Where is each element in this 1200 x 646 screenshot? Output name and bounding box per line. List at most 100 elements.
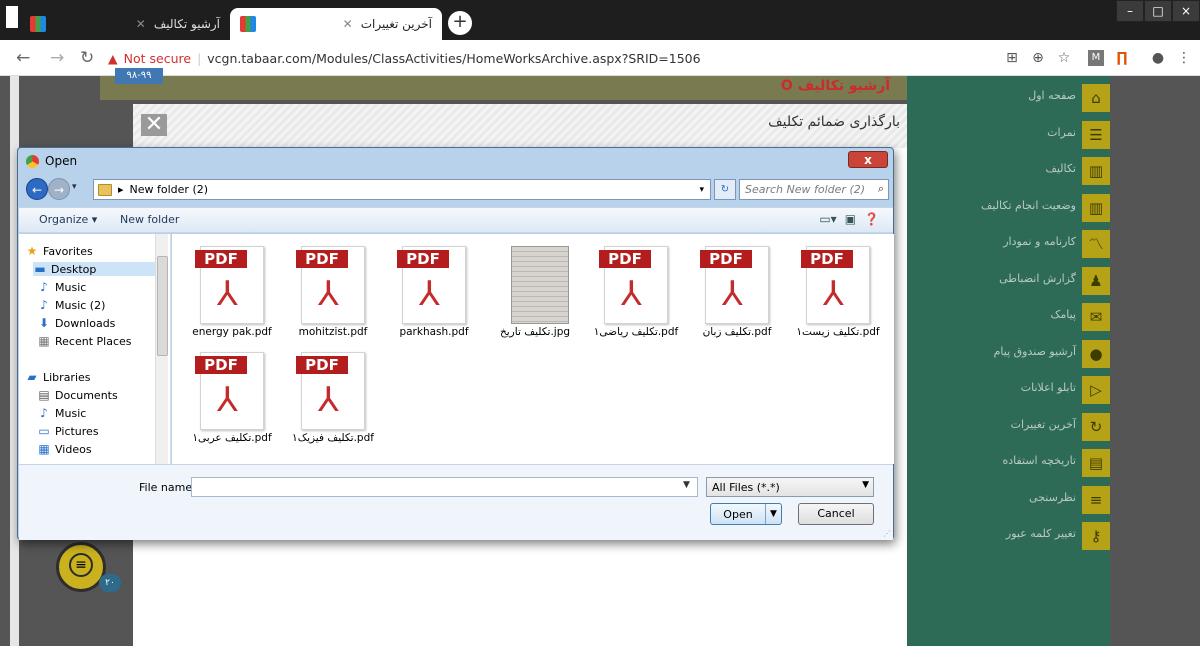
translate-icon[interactable]: ⊞ [1004, 50, 1020, 66]
star-icon[interactable]: ☆ [1056, 50, 1072, 66]
archive-icon: ▤ [1082, 449, 1110, 477]
sidebar-item-label: کارنامه و نمودار [1003, 235, 1076, 248]
modal-title: بارگذاری ضمائم تکلیف [768, 114, 900, 130]
file-item[interactable]: PDF ⅄ تکلیف ریاضی۱.pdf [586, 236, 686, 346]
sidebar: صفحه اول ⌂ نمرات ☰ تکالیف ▥ وضعیت انجام تکالیف… [907, 76, 1110, 646]
change-view-icon[interactable]: ▭▾ [819, 212, 836, 226]
back-arrow-icon[interactable]: ← [26, 178, 48, 200]
resize-grip-icon[interactable]: ⋰ [883, 529, 891, 538]
sidebar-item[interactable]: تاریخچه استفاده ▤ [907, 445, 1110, 481]
file-item[interactable]: PDF ⅄ energy pak.pdf [182, 236, 282, 346]
music-icon: ♪ [40, 298, 48, 312]
tab-latest-changes[interactable]: ✕ آخرین تغییرات [230, 8, 442, 40]
security-status[interactable]: Not secure [124, 51, 191, 66]
announce-icon: ▷ [1082, 376, 1110, 404]
sidebar-item[interactable]: گزارش انضباطی ♟ [907, 263, 1110, 299]
address-bar[interactable]: ▲ Not secure | vcgn.tabaar.com/Modules/C… [108, 45, 943, 71]
users-icon: ♟ [1082, 266, 1110, 295]
modal-close-button[interactable]: ✕ [141, 114, 167, 136]
profile-icon[interactable]: ● [1150, 50, 1166, 66]
file-name-input[interactable] [191, 477, 698, 497]
nav-item-documents[interactable]: ▤ Documents [37, 388, 117, 402]
file-name: تکلیف فیزیک۱.pdf [292, 432, 374, 444]
recent-pages-chevron-icon[interactable]: ▾ [72, 182, 77, 192]
file-item[interactable]: PDF ⅄ تکلیف زیست۱.pdf [788, 236, 888, 346]
folder-path-bar[interactable]: ▸ New folder (2) ▾ [93, 179, 711, 200]
file-item[interactable]: PDF ⅄ parkhash.pdf [384, 236, 484, 346]
nav-item-downloads[interactable]: ⬇ Downloads [37, 316, 115, 330]
organize-button[interactable]: Organize ▾ [39, 213, 97, 226]
pdf-file-icon: PDF ⅄ [700, 246, 769, 324]
sidebar-item[interactable]: صفحه اول ⌂ [907, 80, 1110, 116]
pdf-file-icon: PDF ⅄ [195, 246, 264, 324]
sidebar-item[interactable]: نمرات ☰ [907, 117, 1110, 153]
cancel-button[interactable]: Cancel [798, 503, 874, 525]
acrobat-logo-icon: ⅄ [621, 274, 642, 314]
open-button[interactable]: Open ▼ [710, 503, 782, 525]
dialog-close-button[interactable]: x [848, 151, 888, 168]
url-text[interactable]: vcgn.tabaar.com/Modules/ClassActivities/… [207, 51, 700, 66]
pdf-label: PDF [296, 250, 348, 268]
tab-homework-archive[interactable]: ✕ آرشیو تکالیف [20, 8, 230, 40]
sidebar-item[interactable]: کارنامه و نمودار 〽 [907, 226, 1110, 262]
forward-icon[interactable]: → [50, 48, 64, 68]
sidebar-item[interactable]: تکالیف ▥ [907, 153, 1110, 189]
open-dropdown-icon[interactable]: ▼ [765, 504, 781, 524]
nav-item-library-music[interactable]: ♪ Music [37, 406, 86, 420]
file-name: تکلیف ریاضی۱.pdf [593, 326, 679, 338]
sidebar-item[interactable]: پیامک ✉ [907, 299, 1110, 335]
nav-item-music[interactable]: ♪ Music [37, 280, 86, 294]
nav-scroll-thumb[interactable] [157, 256, 168, 356]
file-item[interactable]: تکلیف تاریخ.jpg [485, 236, 585, 346]
extension-m-icon[interactable]: M [1088, 50, 1104, 66]
sidebar-item[interactable]: آرشیو صندوق پیام ● [907, 336, 1110, 372]
file-name-dropdown-icon[interactable]: ▼ [683, 480, 690, 490]
back-icon[interactable]: ← [16, 48, 30, 68]
preview-pane-icon[interactable]: ▣ [845, 212, 856, 226]
year-badge[interactable]: ۹۸-۹۹ [115, 68, 163, 84]
menu-icon[interactable]: ⋮ [1176, 50, 1192, 66]
tab-close-icon[interactable]: ✕ [136, 17, 146, 31]
tab-close-icon[interactable]: ✕ [343, 17, 353, 31]
maximize-button[interactable]: □ [1144, 0, 1172, 22]
nav-item-recent-places[interactable]: ▦ Recent Places [37, 334, 132, 348]
favorites-header[interactable]: ★ Favorites [25, 244, 93, 258]
close-window-button[interactable]: × [1172, 0, 1200, 22]
file-item[interactable]: PDF ⅄ تکلیف فیزیک۱.pdf [283, 342, 383, 452]
help-icon[interactable]: ❓ [864, 212, 879, 226]
nav-item-label: Desktop [51, 262, 97, 276]
search-input[interactable]: Search New folder (2) ⌕ [739, 179, 889, 200]
search-icon[interactable]: ⌕ [878, 182, 884, 196]
nav-item-videos[interactable]: ▦ Videos [37, 442, 91, 456]
sidebar-item[interactable]: تابلو اعلانات ▷ [907, 372, 1110, 408]
refresh-icon[interactable]: ↻ [714, 179, 736, 200]
new-tab-button[interactable]: + [448, 11, 472, 35]
sidebar-item[interactable]: تغییر کلمه عبور ⚷ [907, 518, 1110, 554]
forward-arrow-icon[interactable]: → [48, 178, 70, 200]
sidebar-item[interactable]: وضعیت انجام تکالیف ▥ [907, 190, 1110, 226]
file-type-filter[interactable]: All Files (*.*) ▼ [706, 477, 874, 497]
folder-path[interactable]: New folder (2) [130, 183, 209, 196]
nav-item-label: Recent Places [55, 334, 132, 348]
nav-item-music-2[interactable]: ♪ Music (2) [37, 298, 105, 312]
sidebar-item[interactable]: آخرین تغییرات ↻ [907, 409, 1110, 445]
new-folder-button[interactable]: New folder [120, 213, 179, 226]
zoom-icon[interactable]: ⊕ [1030, 50, 1046, 66]
acrobat-logo-icon: ⅄ [419, 274, 440, 314]
file-item[interactable]: PDF ⅄ mohitzist.pdf [283, 236, 383, 346]
libraries-header[interactable]: ▰ Libraries [25, 370, 90, 384]
warning-icon: ▲ [108, 50, 118, 66]
nav-scrollbar[interactable] [155, 234, 168, 464]
nav-item-label: Music (2) [55, 298, 106, 312]
nav-item-desktop[interactable]: ▬ Desktop [33, 262, 158, 276]
nav-item-pictures[interactable]: ▭ Pictures [37, 424, 98, 438]
minimize-button[interactable]: – [1116, 0, 1144, 22]
sidebar-item[interactable]: نظرسنجی ≡ [907, 482, 1110, 518]
pdf-file-icon: PDF ⅄ [296, 246, 365, 324]
extension-bracket-icon[interactable]: ∏ [1114, 50, 1130, 66]
poll-icon: ≡ [1082, 485, 1110, 514]
file-item[interactable]: PDF ⅄ تکلیف عربی۱.pdf [182, 342, 282, 452]
file-item[interactable]: PDF ⅄ تکلیف زبان.pdf [687, 236, 787, 346]
path-dropdown-icon[interactable]: ▾ [699, 185, 704, 195]
reload-icon[interactable]: ↻ [80, 48, 94, 68]
